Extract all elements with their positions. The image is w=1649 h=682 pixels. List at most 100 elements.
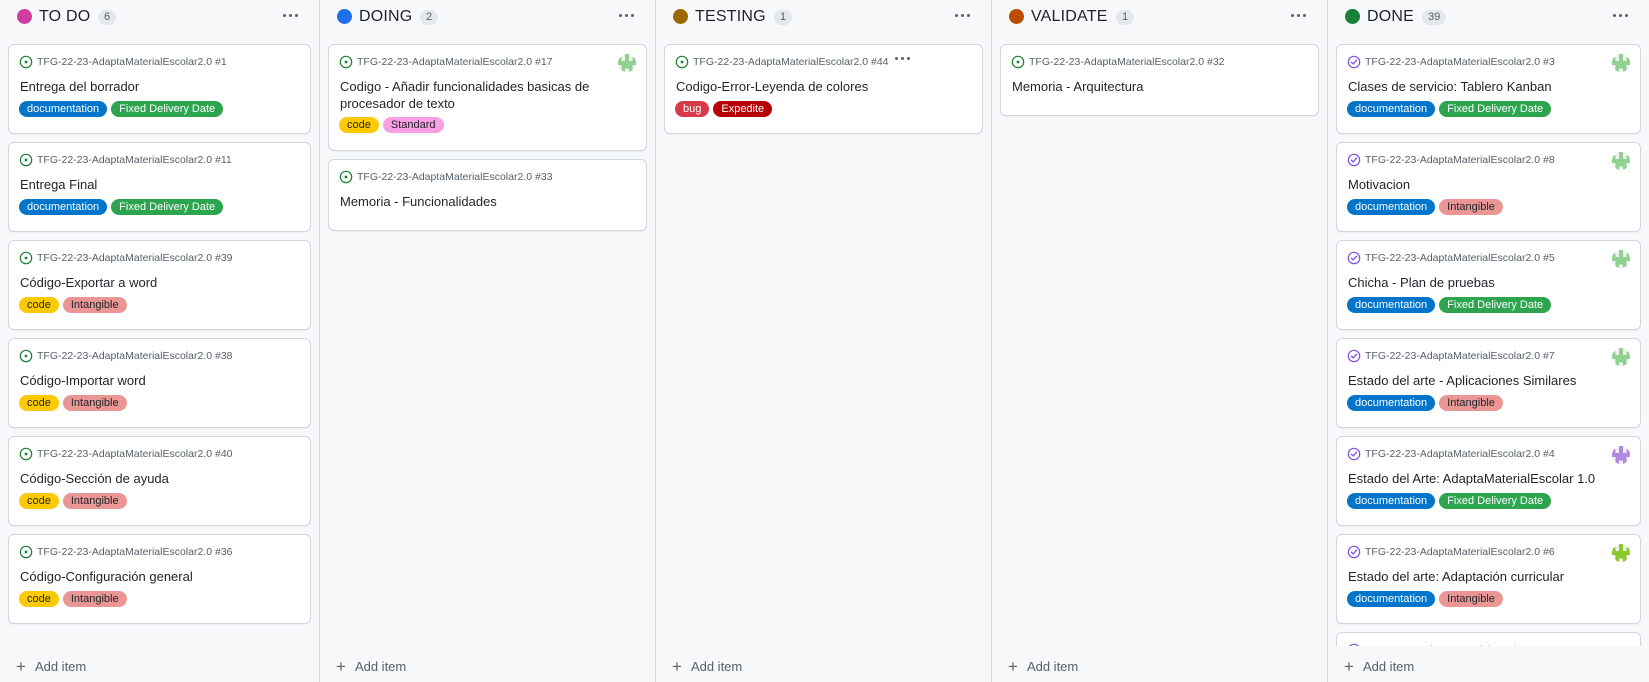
issue-label[interactable]: Fixed Delivery Date [111, 101, 224, 117]
open-issue-icon [1011, 55, 1025, 69]
issue-card[interactable]: TFG-22-23-AdaptaMaterialEscolar2.0 #4 Est… [1336, 436, 1641, 526]
issue-label[interactable]: code [19, 591, 59, 607]
column-menu-button[interactable] [1285, 4, 1311, 26]
issue-title[interactable]: Codigo-Error-Leyenda de colores [676, 78, 942, 95]
issue-title[interactable]: Codigo - Añadir funcionalidades basicas … [340, 78, 606, 112]
kanban-board: TO DO 6 TFG-22-23-AdaptaMaterialEscolar2.0… [0, 0, 1649, 682]
issue-title[interactable]: Memoria - Arquitectura [1012, 78, 1278, 95]
add-item-label: Add item [354, 659, 407, 674]
issue-label[interactable]: Fixed Delivery Date [1439, 493, 1552, 509]
issue-label[interactable]: documentation [1347, 493, 1436, 509]
card-more-icon[interactable] [895, 57, 910, 60]
issue-reference: TFG-22-23-AdaptaMaterialEscolar2.0 #33 [339, 170, 553, 184]
issue-title[interactable]: Memoria - Funcionalidades [340, 193, 606, 210]
issue-label[interactable]: Standard [382, 117, 444, 133]
issue-title[interactable]: Clases de servicio: Tablero Kanban [1348, 78, 1600, 95]
issue-label[interactable]: code [339, 117, 379, 133]
add-item-button[interactable]: + Add item [672, 658, 743, 675]
issue-label[interactable]: Intangible [62, 395, 127, 411]
add-item-button[interactable]: + Add item [1344, 656, 1414, 676]
issue-label[interactable]: documentation [1347, 395, 1436, 411]
issue-title[interactable]: Código-Configuración general [20, 568, 270, 585]
issue-reference: TFG-22-23-AdaptaMaterialEscolar2.0 #40 [19, 447, 233, 461]
open-issue-icon [675, 55, 689, 69]
issue-label[interactable]: Expedite [713, 101, 773, 117]
issue-card[interactable]: TFG-22-23-AdaptaMaterialEscolar2.0 #5 Chi… [1336, 240, 1641, 330]
issue-reference: TFG-22-23-AdaptaMaterialEscolar2.0 #4 [1347, 447, 1555, 461]
issue-title[interactable]: Entrega Final [20, 176, 270, 193]
issue-label[interactable]: Intangible [62, 297, 127, 313]
issue-card[interactable]: TFG-22-23-AdaptaMaterialEscolar2.0 #32 Me… [1000, 44, 1319, 116]
issue-card[interactable]: TFG-22-23-AdaptaMaterialEscolar2.0 #8 Mot… [1336, 142, 1641, 232]
issue-card[interactable]: TFG-22-23-AdaptaMaterialEscolar2.0 #3 Cla… [1336, 44, 1641, 134]
green-identicon-avatar[interactable] [618, 54, 636, 72]
issue-card[interactable]: TFG-22-23-AdaptaMaterialEscolar2.0 #39 Có… [8, 240, 311, 330]
issue-label[interactable]: code [19, 493, 59, 509]
issue-reference: TFG-22-23-AdaptaMaterialEscolar2.0 #32 [1011, 55, 1225, 69]
issue-title[interactable]: Código-Importar word [20, 372, 270, 389]
add-item-button[interactable]: + Add item [1008, 658, 1078, 675]
issue-label[interactable]: Intangible [1439, 591, 1503, 607]
green-identicon-avatar[interactable] [1612, 152, 1630, 170]
card-list: TFG-22-23-AdaptaMaterialEscolar2.0 #32 Me… [1000, 44, 1319, 646]
add-item-button[interactable]: + Add item [336, 658, 407, 675]
add-item-button[interactable]: + Add item [16, 656, 86, 676]
column-count-badge: 6 [98, 10, 117, 25]
column-menu-button[interactable] [1607, 4, 1633, 26]
more-horizontal-icon [954, 13, 970, 17]
issue-title[interactable]: Código-Sección de ayuda [20, 470, 270, 487]
issue-label[interactable]: Intangible [1439, 199, 1503, 215]
plus-icon: + [1344, 656, 1354, 676]
issue-title[interactable]: Código-Exportar a word [20, 274, 270, 291]
issue-card[interactable]: TFG-22-23-AdaptaMaterialEscolar2.0 #6 Est… [1336, 534, 1641, 624]
issue-reference: TFG-22-23-AdaptaMaterialEscolar2.0 #17 [339, 55, 553, 69]
issue-card[interactable]: TFG-22-23-AdaptaMaterialEscolar2.0 #40 Có… [8, 436, 311, 526]
issue-reference-text: TFG-22-23-AdaptaMaterialEscolar2.0 #40 [37, 448, 233, 460]
issue-label[interactable]: code [19, 395, 59, 411]
issue-title[interactable]: Entrega del borrador [20, 78, 270, 95]
issue-card[interactable]: TFG-22-23-AdaptaMaterialEscolar2.0 #33 Me… [328, 159, 647, 231]
issue-card[interactable]: TFG-22-23-AdaptaMaterialEscolar2.0 #11 En… [8, 142, 311, 232]
issue-reference: TFG-22-23-AdaptaMaterialEscolar2.0 #6 [1347, 545, 1555, 559]
purple-identicon-avatar[interactable] [1612, 446, 1630, 464]
issue-label[interactable]: documentation [1347, 297, 1436, 313]
issue-label[interactable]: code [19, 297, 59, 313]
green-identicon-avatar[interactable] [1612, 250, 1630, 268]
issue-card[interactable]: TFG-22-23-AdaptaMaterialEscolar2.0 #44 Co… [664, 44, 983, 134]
issue-label[interactable]: Fixed Delivery Date [111, 199, 224, 215]
issue-label[interactable]: documentation [1347, 101, 1436, 117]
issue-label[interactable]: bug [675, 101, 710, 117]
issue-card[interactable]: TFG-22-23-AdaptaMaterialEscolar2.0 #36 Có… [8, 534, 311, 624]
issue-title[interactable]: Motivacion [1348, 176, 1600, 193]
issue-card[interactable]: TFG-22-23-AdaptaMaterialEscolar2.0 #38 Có… [8, 338, 311, 428]
closed-issue-icon [1347, 251, 1361, 265]
issue-label[interactable]: documentation [19, 101, 108, 117]
issue-title[interactable]: Estado del Arte: AdaptaMaterialEscolar 1… [1348, 470, 1600, 487]
issue-card[interactable]: TFG-22-23-AdaptaMaterialEscolar2.0 #17 Co… [328, 44, 647, 151]
issue-title[interactable]: Chicha - Plan de pruebas [1348, 274, 1600, 291]
issue-label[interactable]: documentation [1347, 591, 1436, 607]
issue-label[interactable]: Intangible [62, 591, 127, 607]
issue-title[interactable]: Estado del arte: Adaptación curricular [1348, 568, 1600, 585]
lime-identicon-avatar[interactable] [1612, 544, 1630, 562]
status-dot-icon [1345, 9, 1360, 24]
issue-card[interactable]: TFG-22-23-AdaptaMaterialEscolar2.0 #7 Est… [1336, 338, 1641, 428]
column-menu-button[interactable] [949, 4, 975, 26]
issue-label[interactable]: Intangible [62, 493, 127, 509]
board-column-doing: DOING 2 TFG-22-23-AdaptaMaterialEscolar2.0… [320, 0, 656, 682]
issue-label[interactable]: Fixed Delivery Date [1439, 297, 1552, 313]
issue-card[interactable]: TFG-22-23-AdaptaMaterialEscolar2.0 #10 [1336, 632, 1641, 646]
issue-reference-text: TFG-22-23-AdaptaMaterialEscolar2.0 #17 [357, 56, 553, 68]
column-menu-button[interactable] [613, 4, 639, 26]
issue-label[interactable]: documentation [1347, 199, 1436, 215]
issue-title[interactable]: Estado del arte - Aplicaciones Similares [1348, 372, 1600, 389]
issue-card[interactable]: TFG-22-23-AdaptaMaterialEscolar2.0 #1 Ent… [8, 44, 311, 134]
issue-label[interactable]: Intangible [1439, 395, 1503, 411]
green-identicon-avatar[interactable] [1612, 348, 1630, 366]
issue-label[interactable]: documentation [19, 199, 108, 215]
green-identicon-avatar[interactable] [1612, 54, 1630, 72]
column-menu-button[interactable] [277, 4, 303, 26]
add-item-label: Add item [690, 659, 743, 674]
plus-icon: + [16, 656, 26, 676]
issue-label[interactable]: Fixed Delivery Date [1439, 101, 1552, 117]
